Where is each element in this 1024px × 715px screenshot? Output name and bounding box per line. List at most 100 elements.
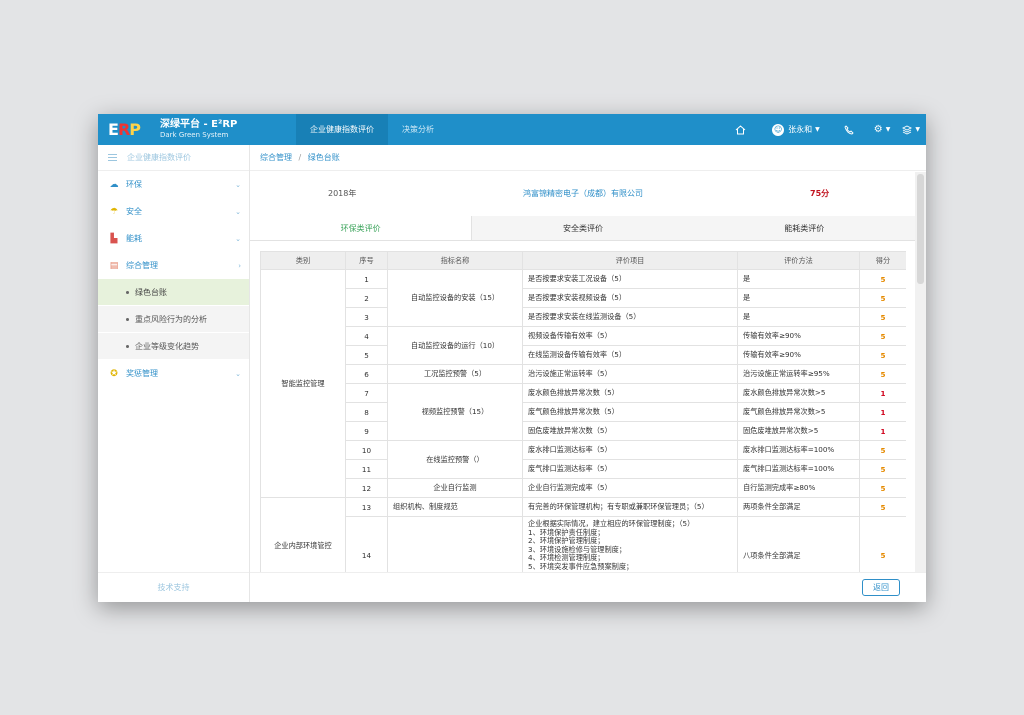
table-row: 4 自动监控设备的运行（10） 视频设备传输有效率（5） 传输有效率≥90% 5 [261, 326, 906, 365]
layers-menu[interactable]: ▼ [902, 124, 920, 135]
evaluation-method: 两项条件全部满足 [737, 497, 860, 517]
chevron-down-icon: ⌄ [235, 369, 241, 378]
ledger-table-container: 类别 序号 指标名称 评价项目 评价方法 得分 智能监控管理 1 自动监控设备的… [260, 251, 906, 572]
tab-decision-analysis[interactable]: 决策分析 [388, 114, 448, 145]
sidebar-item-safety[interactable]: ☂ 安全 ⌄ [98, 198, 249, 225]
table-row: 2 是否按要求安装视频设备（5） 是 5 [261, 288, 906, 308]
evaluation-method: 自行监测完成率≥80% [737, 478, 860, 498]
tab-environment-evaluation[interactable]: 环保类评价 [250, 216, 473, 240]
table-row: 9 固危废堆放异常次数（5） 固危废堆放异常次数>5 1 [261, 421, 906, 441]
chevron-right-icon: › [238, 261, 241, 270]
scrollbar-thumb[interactable] [917, 174, 924, 284]
sidebar: 企业健康指数评价 ☁ 环保 ⌄ ☂ 安全 ⌄ ▙ 能耗 ⌄ ▤ 综合管理 › 绿… [98, 145, 250, 602]
chevron-down-icon: ▼ [885, 126, 891, 133]
sidebar-subitem-risk-analysis[interactable]: 重点风险行为的分析 [98, 306, 249, 333]
table-row: 3 是否按要求安装在线监测设备（5） 是 5 [261, 307, 906, 327]
sidebar-subitem-label: 企业等级变化趋势 [135, 341, 199, 351]
evaluation-item-multiline: 企业根据实际情况，建立相应的环保管理制度；（5） 1、环境保护责任制度； 2、环… [522, 516, 738, 572]
ledger-table: 类别 序号 指标名称 评价项目 评价方法 得分 智能监控管理 1 自动监控设备的… [260, 251, 906, 572]
chevron-down-icon: ⌄ [235, 234, 241, 243]
score-cell: 1 [859, 402, 906, 422]
table-row: 5 在线监测设备传输有效率（5） 传输有效率≥90% 5 [261, 345, 906, 365]
user-menu[interactable]: ☺ 张永和 ▼ [772, 123, 820, 136]
evaluation-method: 八项条件全部满足 [737, 516, 860, 572]
umbrella-icon: ☂ [109, 206, 119, 217]
settings-menu[interactable]: ⚙ ▼ [874, 124, 891, 135]
summary-company[interactable]: 鸿富锦精密电子（成都）有限公司 [523, 188, 643, 199]
sidebar-subitem-grade-trend[interactable]: 企业等级变化趋势 [98, 333, 249, 360]
row-number: 4 [345, 326, 388, 346]
breadcrumb-root[interactable]: 综合管理 [260, 153, 292, 162]
table-row: 智能监控管理 1 自动监控设备的安装（15） 是否按要求安装工况设备（5） 是 … [260, 269, 906, 498]
indicator-cell: 自动监控设备的安装（15） [387, 269, 523, 327]
chevron-down-icon: ▼ [815, 126, 820, 133]
table-row: 6 工况监控预警（5） 治污设施正常运转率（5） 治污设施正常运转率≥95% 5 [261, 364, 906, 384]
menu-icon [108, 154, 117, 161]
row-number: 12 [345, 478, 388, 498]
row-number: 5 [345, 345, 388, 365]
evaluation-method: 治污设施正常运转率≥95% [737, 364, 860, 384]
tab-health-index[interactable]: 企业健康指数评价 [296, 114, 388, 145]
sidebar-subitem-green-ledger[interactable]: 绿色台账 [98, 279, 249, 306]
table-header-row: 类别 序号 指标名称 评价项目 评价方法 得分 [260, 251, 906, 270]
evaluation-item: 治污设施正常运转率（5） [522, 364, 738, 384]
evaluation-tabs: 环保类评价 安全类评价 能耗类评价 [250, 216, 915, 241]
table-row: 企业内部环境管控 13 组织机构、制度规范 有完善的环保管理机构；有专职或兼职环… [260, 497, 906, 572]
sidebar-item-label: 能耗 [126, 234, 142, 243]
tab-safety-evaluation[interactable]: 安全类评价 [472, 216, 693, 240]
bullet-icon [126, 317, 129, 321]
tab-energy-evaluation[interactable]: 能耗类评价 [694, 216, 915, 240]
top-bar: ERP 深绿平台 - E²RP Dark Green System 企业健康指数… [98, 114, 926, 145]
score-cell: 1 [859, 383, 906, 403]
score-cell: 5 [859, 269, 906, 289]
row-number: 14 [345, 516, 388, 572]
row-number: 9 [345, 421, 388, 441]
evaluation-item-line: 5、环境突发事件应急预案制度； [528, 561, 634, 571]
row-number: 8 [345, 402, 388, 422]
sidebar-item-energy[interactable]: ▙ 能耗 ⌄ [98, 225, 249, 252]
score-cell: 5 [859, 440, 906, 460]
column-header: 类别 [260, 251, 346, 270]
evaluation-item: 是否按要求安装视频设备（5） [522, 288, 738, 308]
column-header: 指标名称 [387, 251, 523, 270]
scrollbar[interactable] [915, 172, 926, 572]
evaluation-item: 废气排口监测达标率（5） [522, 459, 738, 479]
evaluation-method: 是 [737, 269, 860, 289]
table-row: 12 企业自行监测 企业自行监测完成率（5） 自行监测完成率≥80% 5 [261, 478, 906, 498]
phone-icon[interactable] [844, 124, 854, 135]
indicator-cell: 在线监控预警（） [387, 440, 523, 479]
column-header: 评价项目 [522, 251, 738, 270]
evaluation-item: 视频设备传输有效率（5） [522, 326, 738, 346]
column-header: 得分 [859, 251, 906, 270]
user-icon: ☺ [772, 123, 785, 136]
back-button[interactable]: 返回 [862, 579, 900, 596]
bottom-action-bar: 返回 [250, 572, 926, 602]
sidebar-subitem-label: 绿色台账 [135, 287, 167, 297]
logo: ERP [108, 119, 141, 139]
breadcrumb-current: 绿色台账 [307, 153, 340, 162]
home-icon[interactable] [735, 124, 746, 135]
sidebar-item-environment[interactable]: ☁ 环保 ⌄ [98, 171, 249, 198]
sidebar-item-label: 综合管理 [126, 261, 158, 270]
sidebar-header[interactable]: 企业健康指数评价 [98, 145, 249, 171]
evaluation-method: 废水颜色排放异常次数>5 [737, 383, 860, 403]
table-row: 7 视频监控预警（15） 废水颜色排放异常次数（5） 废水颜色排放异常次数>5 … [261, 383, 906, 441]
indicator-cell: 工况监控预警（5） [387, 364, 523, 384]
chart-icon: ▙ [110, 233, 118, 244]
indicator-cell: 自动监控设备的运行（10） [387, 326, 523, 365]
sidebar-item-label: 安全 [126, 207, 142, 216]
sidebar-item-comprehensive[interactable]: ▤ 综合管理 › [98, 252, 249, 279]
row-number: 3 [345, 307, 388, 327]
top-right-tools: ☺ 张永和 ▼ ⚙ ▼ ▼ [723, 114, 920, 145]
summary-row: 2018年 鸿富锦精密电子（成都）有限公司 75分 [250, 172, 915, 215]
row-number: 7 [345, 383, 388, 403]
brand-title: 深绿平台 - E²RP [160, 119, 238, 130]
score-cell: 5 [859, 288, 906, 308]
sidebar-item-rewards[interactable]: ✪ 奖惩管理 ⌄ [98, 360, 249, 387]
evaluation-item: 企业自行监测完成率（5） [522, 478, 738, 498]
top-nav: 企业健康指数评价 决策分析 [296, 114, 448, 145]
evaluation-item: 是否按要求安装在线监测设备（5） [522, 307, 738, 327]
summary-score: 75分 [810, 189, 830, 198]
score-cell: 5 [859, 307, 906, 327]
award-icon: ✪ [110, 368, 118, 379]
